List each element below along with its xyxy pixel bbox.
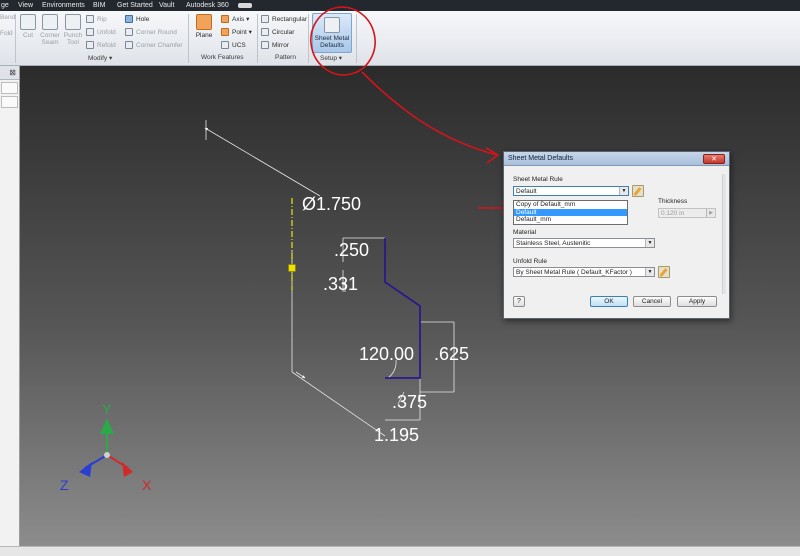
dimension-texts: Ø1.750 .250 .331 120.00 .625 .375 1.195 <box>302 194 469 445</box>
unfold-rule-select[interactable]: By Sheet Metal Rule ( Default_KFactor ) … <box>513 267 655 277</box>
dropdown-option[interactable]: Copy of Default_mm <box>514 201 627 209</box>
sheet-metal-rule-dropdown-list: Copy of Default_mm Default Default_mm <box>513 200 628 225</box>
diameter-dimension[interactable]: Ø1.750 <box>302 194 361 214</box>
dropdown-option-selected[interactable]: Default <box>514 208 627 216</box>
view-triad[interactable]: Y X Z <box>60 401 152 493</box>
material-select[interactable]: Stainless Steel, Austenitic ▼ <box>513 238 655 248</box>
ok-button[interactable]: OK <box>590 296 628 307</box>
triad-x-label: X <box>142 477 152 493</box>
material-label: Material <box>513 229 537 236</box>
dimension-angle-120[interactable]: 120.00 <box>359 344 414 364</box>
annotation-arrowhead <box>485 147 500 164</box>
dimension-375[interactable]: .375 <box>392 392 427 412</box>
dialog-title: Sheet Metal Defaults <box>508 155 573 162</box>
chevron-down-icon: ▼ <box>645 268 654 276</box>
cancel-button[interactable]: Cancel <box>633 296 671 307</box>
edit-unfold-rule-pencil-icon[interactable] <box>658 266 670 278</box>
dropdown-option[interactable]: Default_mm <box>514 216 627 224</box>
help-button[interactable]: ? <box>513 296 525 307</box>
sheet-metal-rule-select[interactable]: Default ▼ <box>513 186 629 196</box>
chevron-down-icon: ▼ <box>619 187 628 195</box>
dialog-title-bar[interactable]: Sheet Metal Defaults ✕ <box>504 152 729 166</box>
sheet-metal-defaults-dialog: Sheet Metal Defaults ✕ Sheet Metal Rule … <box>503 151 730 319</box>
close-icon[interactable]: ✕ <box>703 154 725 164</box>
annotation-arrow-curve <box>361 71 498 156</box>
chevron-down-icon: ▼ <box>645 239 654 247</box>
apply-button[interactable]: Apply <box>677 296 717 307</box>
app-window: ge View Environments BIM Get Started Vau… <box>0 0 800 556</box>
dimension-625[interactable]: .625 <box>434 344 469 364</box>
red-annotations <box>310 6 512 214</box>
thickness-field: 0.120 in ▶ <box>658 208 716 218</box>
center-point-marker[interactable] <box>288 264 296 272</box>
sheet-metal-rule-label: Sheet Metal Rule <box>513 176 563 183</box>
dialog-scrollbar[interactable] <box>722 174 726 294</box>
edit-rule-pencil-icon[interactable] <box>632 185 644 197</box>
dimension-331[interactable]: .331 <box>323 274 358 294</box>
dimension-250[interactable]: .250 <box>334 240 369 260</box>
thickness-label: Thickness <box>658 198 688 205</box>
chevron-right-icon: ▶ <box>706 209 715 217</box>
dimension-1195[interactable]: 1.195 <box>374 425 419 445</box>
triad-z-label: Z <box>60 477 69 493</box>
highlight-circle <box>310 6 376 76</box>
unfold-rule-label: Unfold Rule <box>513 258 547 265</box>
triad-y-label: Y <box>102 401 112 417</box>
